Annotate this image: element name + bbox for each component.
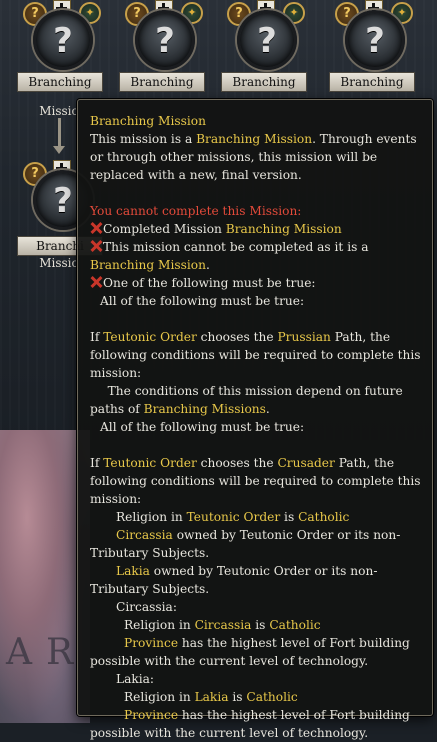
- lakia-religion: Religion in Lakia is Catholic: [124, 690, 298, 704]
- mission-label: Branching: [221, 72, 307, 92]
- failed-cross-icon: [90, 240, 102, 252]
- mission-portrait: ?: [135, 10, 195, 70]
- requirement-branching: This mission cannot be completed as it i…: [90, 240, 369, 272]
- question-mark-icon: ?: [257, 21, 277, 61]
- mission-portrait: ?: [345, 10, 405, 70]
- question-mark-icon: ?: [155, 21, 175, 61]
- requirement-completed-mission: Completed Mission Branching Mission: [90, 220, 424, 238]
- mission-node[interactable]: ? ✦ ? Branching: [119, 0, 205, 92]
- failed-cross-icon: [90, 222, 102, 234]
- crusader-circassia-owned: Circassia owned by Teutonic Order or its…: [90, 528, 401, 560]
- circassia-header: Circassia:: [116, 600, 177, 614]
- lakia-fort: Province has the highest level of Fort b…: [90, 708, 410, 740]
- mission-node[interactable]: ? ✦ ? Branching: [329, 0, 415, 92]
- tooltip-description: This mission is a Branching Mission. Thr…: [90, 130, 424, 184]
- map-region-label: AR: [6, 632, 88, 673]
- mission-tooltip: Branching Mission This mission is a Bran…: [77, 99, 433, 740]
- mission-label: Branching: [17, 72, 103, 92]
- mission-connector-arrow: [53, 118, 65, 154]
- requirement-all-of: All of the following must be true:: [100, 294, 305, 308]
- desc-text: This mission is a: [90, 132, 197, 146]
- tooltip-title: Branching Mission: [90, 114, 206, 128]
- cannot-complete-warning: You cannot complete this Mission:: [90, 204, 302, 218]
- mission-label: Branching: [119, 72, 205, 92]
- prussian-depend-note: The conditions of this mission depend on…: [90, 384, 403, 416]
- failed-cross-icon: [90, 276, 102, 288]
- circassia-religion: Religion in Circassia is Catholic: [124, 618, 321, 632]
- question-mark-icon: ?: [53, 21, 73, 61]
- desc-link: Branching Mission: [196, 132, 313, 146]
- mission-portrait: ?: [33, 10, 93, 70]
- requirement-one-of: One of the following must be true:: [90, 274, 424, 292]
- lakia-header: Lakia:: [116, 672, 155, 686]
- mission-portrait: ?: [237, 10, 297, 70]
- mission-label: Branching: [329, 72, 415, 92]
- circassia-fort: Province has the highest level of Fort b…: [90, 636, 410, 668]
- crusader-religion: Religion in Teutonic Order is Catholic: [116, 510, 350, 524]
- crusader-path-condition: If Teutonic Order chooses the Crusader P…: [90, 456, 421, 506]
- prussian-all-of: All of the following must be true:: [100, 420, 305, 434]
- mission-node[interactable]: ? ✦ ? Branching Missio: [17, 0, 103, 118]
- mission-node[interactable]: ? ✦ ? Branching: [221, 0, 307, 92]
- question-mark-icon: ?: [365, 21, 385, 61]
- crusader-lakia-owned: Lakia owned by Teutonic Order or its non…: [90, 564, 378, 596]
- prussian-path-condition: If Teutonic Order chooses the Prussian P…: [90, 330, 421, 380]
